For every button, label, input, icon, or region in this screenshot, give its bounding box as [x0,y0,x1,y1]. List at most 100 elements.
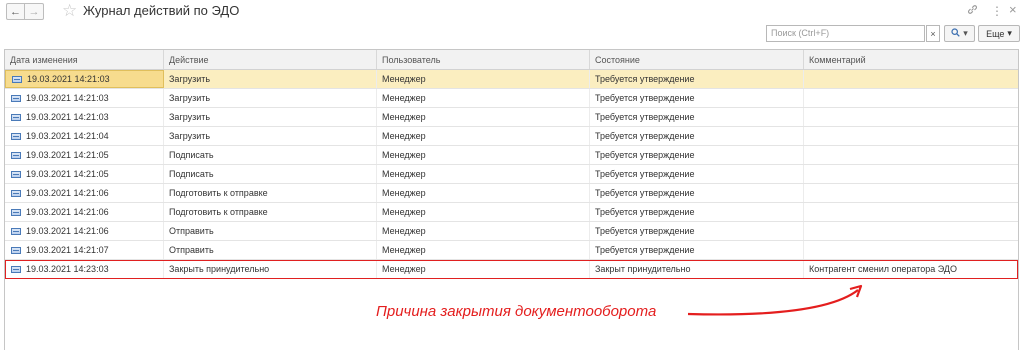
more-menu-icon[interactable]: ⋮ [991,4,1003,18]
cell-state: Требуется утверждение [590,127,804,145]
more-button-label: Еще [986,28,1005,39]
cell-date: 19.03.2021 14:21:03 [5,108,164,126]
cell-date: 19.03.2021 14:21:03 [5,70,164,88]
table-row[interactable]: 19.03.2021 14:21:05 Подписать Менеджер Треб… [5,165,1018,184]
cell-user-text: Менеджер [382,74,426,84]
table-header: Дата изменения Действие Пользователь Сос… [5,50,1018,70]
cell-comment [804,70,1018,88]
cell-state: Требуется утверждение [590,70,804,88]
arrow-left-icon: ← [10,5,21,18]
column-header-action[interactable]: Действие [164,50,377,69]
column-header-state[interactable]: Состояние [590,50,804,69]
cell-comment [804,222,1018,240]
cell-comment [804,89,1018,107]
cell-date: 19.03.2021 14:21:04 [5,127,164,145]
cell-state-text: Требуется утверждение [595,207,695,217]
table-row[interactable]: 19.03.2021 14:21:06 Подготовить к отправк… [5,203,1018,222]
cell-user: Менеджер [377,127,590,145]
more-button[interactable]: Еще ▾ [978,25,1020,42]
cell-action-text: Подготовить к отправке [169,188,268,198]
cell-user-text: Менеджер [382,93,426,103]
cell-user: Менеджер [377,260,590,278]
cell-date: 19.03.2021 14:21:03 [5,89,164,107]
cell-state-text: Требуется утверждение [595,169,695,179]
cell-date-text: 19.03.2021 14:21:03 [26,112,109,122]
chevron-down-icon: ▾ [1007,28,1012,38]
cell-user-text: Менеджер [382,131,426,141]
cell-action: Закрыть принудительно [164,260,377,278]
cell-action-text: Отправить [169,245,214,255]
cell-action: Отправить [164,222,377,240]
search-button[interactable]: ▾ [944,25,975,42]
cell-action: Загрузить [164,108,377,126]
cell-user-text: Менеджер [382,112,426,122]
table-row[interactable]: 19.03.2021 14:21:06 Отправить Менеджер Треб… [5,222,1018,241]
cell-date-text: 19.03.2021 14:21:04 [26,131,109,141]
annotation-text: Причина закрытия документооборота [376,303,657,320]
cell-action: Подписать [164,165,377,183]
cell-action: Загрузить [164,89,377,107]
cell-action: Загрузить [164,70,377,88]
cell-action-text: Загрузить [169,112,211,122]
cell-comment [804,165,1018,183]
cell-date-text: 19.03.2021 14:21:06 [26,207,109,217]
cell-comment-text: Контрагент сменил оператора ЭДО [809,264,957,274]
cell-action: Подготовить к отправке [164,203,377,221]
forward-button[interactable]: → [25,3,44,20]
cell-state-text: Требуется утверждение [595,226,695,236]
cell-date-text: 19.03.2021 14:21:05 [26,169,109,179]
title-bar: ← → ☆ Журнал действий по ЭДО ⋮ × [0,0,1023,22]
close-icon[interactable]: × [1009,2,1017,17]
cell-action-text: Подготовить к отправке [169,207,268,217]
back-button[interactable]: ← [6,3,25,20]
cell-user-text: Менеджер [382,264,426,274]
cell-user: Менеджер [377,146,590,164]
arrow-right-icon: → [28,5,40,18]
table-row[interactable]: 19.03.2021 14:21:07 Отправить Менеджер Треб… [5,241,1018,260]
cell-user: Менеджер [377,184,590,202]
cell-state: Требуется утверждение [590,165,804,183]
cell-user-text: Менеджер [382,169,426,179]
cell-user-text: Менеджер [382,207,426,217]
document-icon [11,151,21,159]
cell-user: Менеджер [377,165,590,183]
cell-user: Менеджер [377,89,590,107]
cell-user: Менеджер [377,108,590,126]
document-icon [11,189,21,197]
cell-state: Требуется утверждение [590,89,804,107]
table-row[interactable]: 19.03.2021 14:21:03 Загрузить Менеджер Треб… [5,108,1018,127]
column-header-user[interactable]: Пользователь [377,50,590,69]
favorite-star-icon[interactable]: ☆ [62,1,77,21]
link-icon[interactable] [967,4,978,18]
cell-state-text: Требуется утверждение [595,188,695,198]
cell-user-text: Менеджер [382,245,426,255]
cell-state: Требуется утверждение [590,184,804,202]
column-header-date[interactable]: Дата изменения [5,50,164,69]
cell-user-text: Менеджер [382,150,426,160]
page-title: Журнал действий по ЭДО [83,3,240,18]
cell-action-text: Отправить [169,226,214,236]
cell-user-text: Менеджер [382,226,426,236]
clear-search-button[interactable]: × [926,25,940,42]
cell-action: Подготовить к отправке [164,184,377,202]
cell-action: Загрузить [164,127,377,145]
search-input[interactable]: Поиск (Ctrl+F) [766,25,925,42]
cell-date-text: 19.03.2021 14:23:03 [26,264,109,274]
cell-user: Менеджер [377,241,590,259]
document-icon [11,265,21,273]
cell-action-text: Закрыть принудительно [169,264,270,274]
table-row[interactable]: 19.03.2021 14:21:04 Загрузить Менеджер Треб… [5,127,1018,146]
table-row[interactable]: 19.03.2021 14:21:06 Подготовить к отправк… [5,184,1018,203]
cell-date-text: 19.03.2021 14:21:03 [26,93,109,103]
cell-action: Отправить [164,241,377,259]
cell-state-text: Требуется утверждение [595,245,695,255]
cell-state: Требуется утверждение [590,222,804,240]
cell-action-text: Подписать [169,169,214,179]
table-row[interactable]: 19.03.2021 14:21:05 Подписать Менеджер Треб… [5,146,1018,165]
table-row[interactable]: 19.03.2021 14:23:03 Закрыть принудительно… [5,260,1018,279]
search-icon [951,28,960,39]
chevron-down-icon: ▾ [963,28,968,38]
column-header-comment[interactable]: Комментарий [804,50,1018,69]
table-row[interactable]: 19.03.2021 14:21:03 Загрузить Менеджер Треб… [5,70,1018,89]
table-row[interactable]: 19.03.2021 14:21:03 Загрузить Менеджер Треб… [5,89,1018,108]
